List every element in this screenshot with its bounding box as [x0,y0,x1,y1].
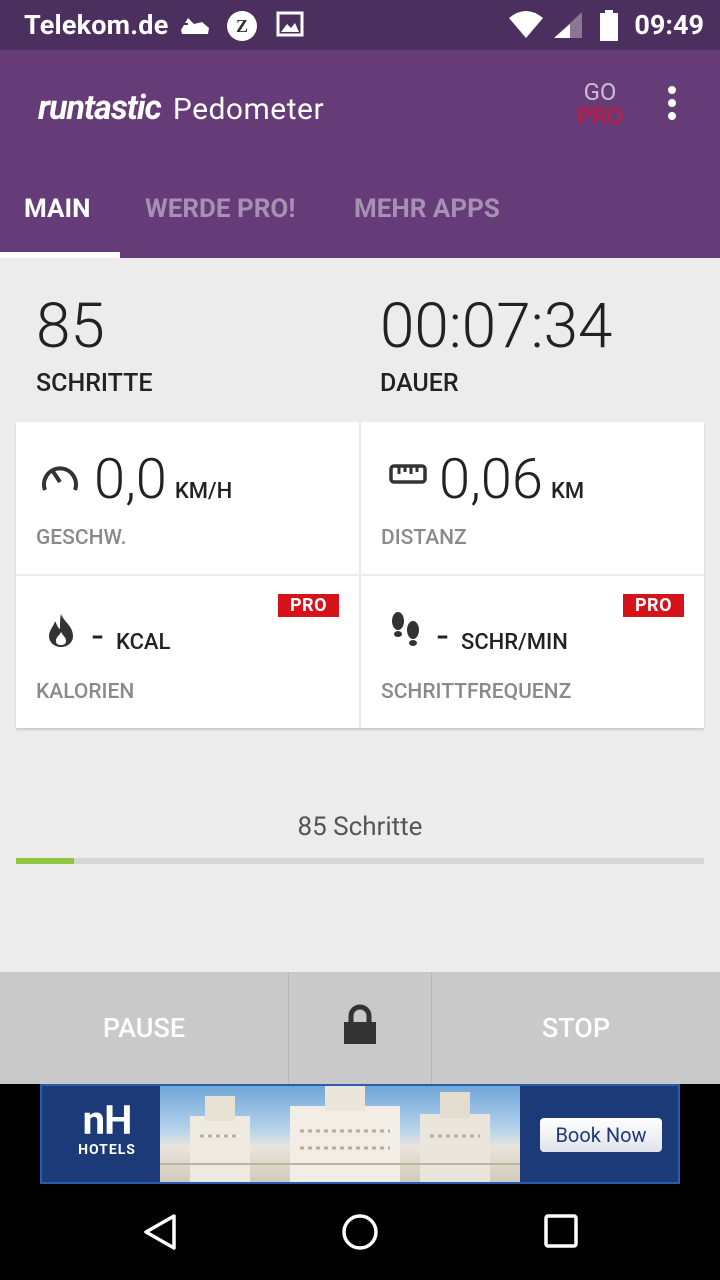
nh-hotels-logo: nH HOTELS [78,1097,136,1159]
runtastic-logo: runtastic [38,88,162,128]
calories-unit: KCAL [116,630,171,655]
overflow-menu-icon[interactable] [660,86,684,126]
speed-cell: 0,0 KM/H GESCHW. [16,422,359,574]
shoe-icon [178,10,212,44]
distance-unit: KM [550,479,585,504]
cadence-value: - [437,612,449,659]
calories-cell: PRO - KCAL KALORIEN [16,576,359,728]
tab-main[interactable]: MAIN [24,194,90,224]
lock-button[interactable] [289,972,431,1084]
progress-bar [16,858,704,864]
status-bar: Telekom.de Z 09:49 [0,0,720,50]
distance-label: DISTANZ [381,526,467,550]
calories-label: KALORIEN [36,680,135,704]
clock: 09:49 [634,9,704,41]
distance-cell: 0,06 KM DISTANZ [361,422,704,574]
pro-badge[interactable]: PRO [622,594,684,617]
go-pro-button[interactable]: GO PRO [572,80,628,128]
ad-banner[interactable]: nH HOTELS Book Now [40,1084,680,1184]
steps-summary: 85 SCHRITTE [36,290,152,398]
tab-werde-pro[interactable]: WERDE PRO! [145,194,295,224]
battery-icon [598,10,620,46]
pro-badge[interactable]: PRO [277,594,339,617]
go-label: GO [583,78,617,106]
ad-area: nH HOTELS Book Now [0,1084,720,1184]
lock-icon [342,1004,378,1053]
cadence-label: SCHRITTFREQUENZ [381,680,572,704]
steps-value: 85 [36,290,105,363]
tab-bar: MAIN WERDE PRO! MEHR APPS [0,184,720,258]
metrics-grid: 0,0 KM/H GESCHW. 0,06 KM DISTANZ PRO - KCA… [16,422,704,728]
control-bar: PAUSE STOP [0,972,720,1084]
speedometer-icon [40,456,80,500]
duration-value: 00:07:34 [380,290,613,363]
cadence-cell: PRO - SCHR/MIN SCHRITTFREQUENZ [361,576,704,728]
tab-mehr-apps[interactable]: MEHR APPS [354,194,500,224]
progress-label: 85 Schritte [297,812,423,842]
carrier-name: Telekom.de [24,9,169,41]
ad-building-photo [160,1086,520,1182]
duration-summary: 00:07:34 DAUER [380,290,612,398]
app-brand: runtastic Pedometer [38,88,324,128]
active-tab-indicator [0,252,120,258]
calories-value: - [92,612,104,659]
wifi-icon [508,10,544,44]
book-now-button[interactable]: Book Now [540,1118,662,1152]
ruler-icon [389,462,427,492]
back-icon[interactable] [140,1212,180,1252]
pro-label: PRO [576,102,624,130]
app-bar: runtastic Pedometer GO PRO MAIN WERDE PR… [0,50,720,258]
speed-value: 0,0 KM/H [94,446,233,512]
recents-icon[interactable] [542,1212,582,1252]
zalando-icon: Z [226,10,258,46]
flame-icon [46,612,76,652]
progress-fill [16,858,75,864]
signal-icon [552,10,584,44]
speed-unit: KM/H [174,479,233,504]
cadence-unit: SCHR/MIN [461,630,568,655]
svg-text:Z: Z [236,16,248,36]
stop-button[interactable]: STOP [432,972,720,1084]
footprints-icon [389,610,423,654]
speed-label: GESCHW. [36,526,127,550]
home-icon[interactable] [340,1212,380,1252]
app-name: Pedometer [172,92,325,127]
navigation-bar [0,1184,720,1280]
distance-value: 0,06 KM [439,446,585,512]
steps-label: SCHRITTE [36,369,153,398]
duration-label: DAUER [380,369,459,398]
pause-button[interactable]: PAUSE [0,972,288,1084]
image-icon [276,10,304,42]
